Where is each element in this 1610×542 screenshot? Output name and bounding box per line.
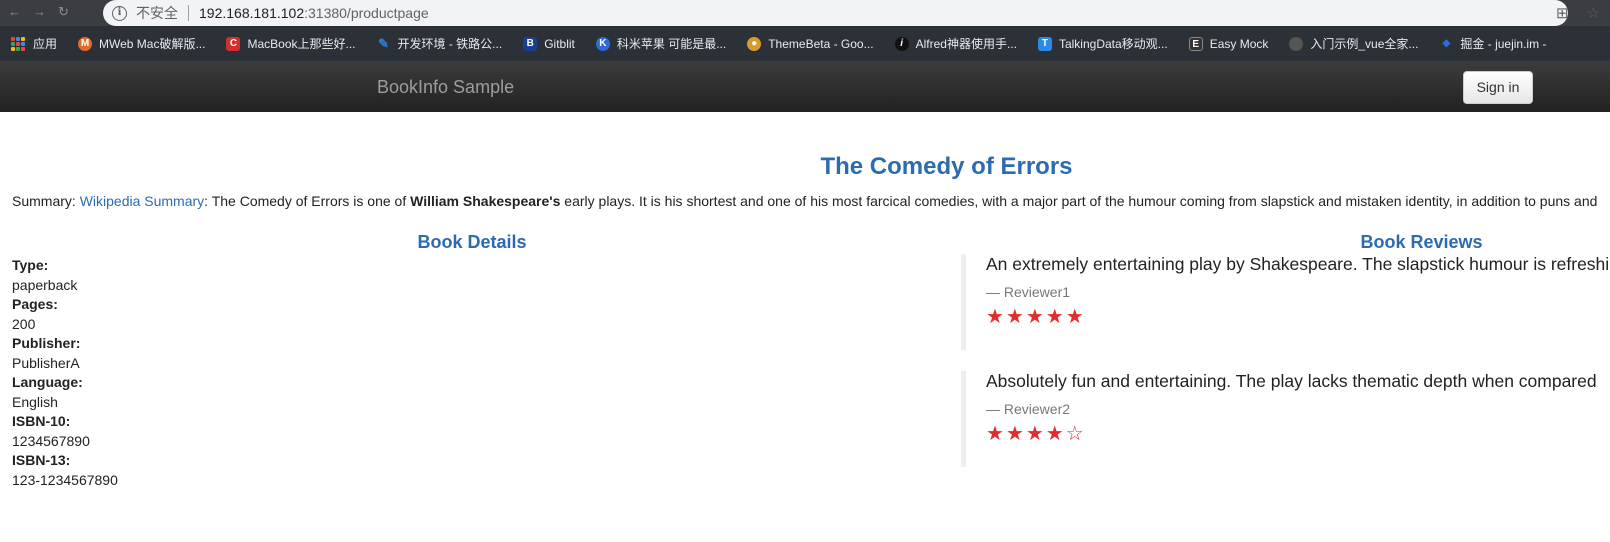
bookmark-item[interactable]: T TalkingData移动观... <box>1037 35 1168 52</box>
detail-key: ISBN-13: <box>12 452 71 468</box>
bookmark-label: Gitblit <box>544 36 575 51</box>
detail-key: Language: <box>12 374 83 390</box>
address-bar[interactable]: i 不安全 192.168.181.102:31380/productpage <box>103 0 1568 26</box>
detail-key: ISBN-10: <box>12 413 71 429</box>
pen-icon: ✎ <box>378 35 389 51</box>
translate-icon[interactable]: ⊞ <box>1556 4 1569 22</box>
bookmark-item[interactable]: E Easy Mock <box>1188 36 1269 51</box>
detail-key: Publisher: <box>12 335 81 351</box>
review-item: Absolutely fun and entertaining. The pla… <box>961 371 1610 467</box>
book-details-heading: Book Details <box>417 232 527 252</box>
review-item: An extremely entertaining play by Shakes… <box>961 254 1610 350</box>
book-details-list: Type: paperback Pages: 200 Publisher: Pu… <box>12 256 118 490</box>
bookmarks-bar: 应用 M MWeb Mac破解版... C MacBook上那些好... ✎ 开… <box>0 26 1610 61</box>
wikipedia-summary-link[interactable]: Wikipedia Summary <box>80 193 204 209</box>
bookmark-label: Alfred神器使用手... <box>915 37 1017 51</box>
detail-value: 200 <box>12 315 36 332</box>
navbar-brand[interactable]: BookInfo Sample <box>377 77 514 98</box>
book-title: The Comedy of Errors <box>820 153 1073 180</box>
review-text: An extremely entertaining play by Shakes… <box>986 254 1610 274</box>
info-icon: i <box>894 36 909 51</box>
reviewer-name: — Reviewer1 <box>986 284 1071 300</box>
bookmark-label: TalkingData移动观... <box>1058 37 1168 51</box>
insecure-label: 不安全 <box>136 5 178 21</box>
bookmark-label: ThemeBeta - Goo... <box>768 36 874 51</box>
summary-prefix: Summary: <box>12 193 80 209</box>
palette-icon: ● <box>747 36 762 51</box>
gitblit-icon: B <box>523 36 538 51</box>
star-rating-icon: ★★★★★ <box>986 306 1086 328</box>
star-bookmark-icon[interactable]: ☆ <box>1587 4 1600 22</box>
k-icon: K <box>595 36 610 51</box>
url-path: :31380/productpage <box>304 5 429 21</box>
github-icon <box>1289 36 1304 51</box>
mweb-icon: M <box>78 36 93 51</box>
bookmark-item[interactable]: K 科米苹果 可能是最... <box>595 35 727 52</box>
bookmark-label: 应用 <box>33 37 58 51</box>
url-host: 192.168.181.102 <box>199 5 305 21</box>
easymock-icon: E <box>1188 36 1203 51</box>
book-reviews-heading: Book Reviews <box>1360 232 1483 252</box>
detail-value: PublisherA <box>12 354 80 371</box>
info-icon[interactable]: i <box>112 5 127 21</box>
nav-buttons: ← → ↻ <box>8 4 69 20</box>
bookmark-item[interactable]: i Alfred神器使用手... <box>894 35 1017 52</box>
reload-icon[interactable]: ↻ <box>58 4 69 20</box>
review-text: Absolutely fun and entertaining. The pla… <box>986 371 1597 391</box>
sign-in-button[interactable]: Sign in <box>1463 71 1533 104</box>
site-navbar: BookInfo Sample Sign in <box>0 61 1610 112</box>
juejin-icon: ◆ <box>1442 37 1451 49</box>
bookmark-item[interactable]: 入门示例_vue全家... <box>1289 35 1418 52</box>
detail-value: 1234567890 <box>12 432 90 449</box>
omnibox-actions: ⊞ ☆ <box>1556 4 1600 22</box>
book-summary: Summary: Wikipedia Summary: The Comedy o… <box>12 193 1597 209</box>
detail-key: Type: <box>12 257 49 273</box>
bookmark-label: 科米苹果 可能是最... <box>616 37 727 51</box>
forward-arrow-icon[interactable]: → <box>33 4 46 20</box>
bookmark-item[interactable]: ● ThemeBeta - Goo... <box>747 36 874 51</box>
bookmark-label: MacBook上那些好... <box>247 37 356 51</box>
browser-toolbar: ← → ↻ i 不安全 192.168.181.102:31380/produc… <box>0 0 1610 26</box>
summary-text: early plays. It is his shortest and one … <box>560 193 1598 209</box>
detail-value: paperback <box>12 276 78 293</box>
bookmark-apps[interactable]: 应用 <box>11 35 57 52</box>
star-rating-icon: ★★★★☆ <box>986 423 1086 445</box>
summary-author: William Shakespeare's <box>410 193 561 209</box>
bookmark-label: Easy Mock <box>1209 36 1269 51</box>
apps-grid-icon <box>11 36 25 51</box>
bookmark-label: 入门示例_vue全家... <box>1310 37 1419 51</box>
summary-text: : The Comedy of Errors is one of <box>204 193 411 209</box>
bookmark-item[interactable]: C MacBook上那些好... <box>226 35 356 52</box>
bookmark-label: 开发环境 - 铁路公... <box>397 37 503 51</box>
bookmark-item[interactable]: M MWeb Mac破解版... <box>78 35 205 52</box>
address-separator <box>188 5 189 21</box>
bookmark-item[interactable]: ◆ 掘金 - juejin.im - <box>1439 35 1547 52</box>
detail-value: English <box>12 393 58 410</box>
back-arrow-icon[interactable]: ← <box>8 4 21 20</box>
bookmark-label: MWeb Mac破解版... <box>99 37 206 51</box>
t-icon: T <box>1037 36 1052 51</box>
bookmark-item[interactable]: B Gitblit <box>523 36 575 51</box>
c-icon: C <box>226 36 241 51</box>
reviewer-name: — Reviewer2 <box>986 401 1071 417</box>
bookmark-item[interactable]: ✎ 开发环境 - 铁路公... <box>377 35 503 52</box>
detail-value: 123-1234567890 <box>12 471 118 488</box>
detail-key: Pages: <box>12 296 58 312</box>
bookmark-label: 掘金 - juejin.im - <box>1460 37 1547 51</box>
